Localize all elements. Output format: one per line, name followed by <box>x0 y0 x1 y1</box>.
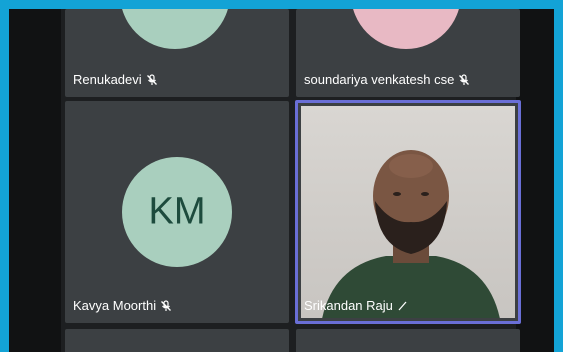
mic-off-icon <box>459 73 470 85</box>
meeting-grid: Renukadevi soundariya venkatesh cse KM K… <box>9 9 554 352</box>
avatar-initials: KM <box>148 190 206 233</box>
left-gutter <box>9 9 61 352</box>
participant-tile-partial-left[interactable] <box>65 329 289 352</box>
participant-name: Kavya Moorthi <box>73 298 172 313</box>
participant-tile-soundariya[interactable]: soundariya venkatesh cse <box>296 9 520 97</box>
avatar: KM <box>122 157 232 267</box>
participant-tile-partial-right[interactable] <box>296 329 520 352</box>
participant-tile-srikandan[interactable]: Srikandan Raju <box>295 100 521 324</box>
mic-off-icon <box>161 299 172 311</box>
avatar <box>120 9 230 49</box>
participant-name: Srikandan Raju <box>304 298 409 313</box>
mic-off-icon <box>146 73 157 85</box>
participant-name: Renukadevi <box>73 72 158 87</box>
speaking-indicator-icon <box>398 301 407 310</box>
avatar <box>351 9 461 49</box>
participant-video <box>301 106 515 318</box>
participant-name: soundariya venkatesh cse <box>304 72 470 87</box>
right-gutter <box>516 9 554 352</box>
person-video-image <box>322 150 500 318</box>
participant-tile-renukadevi[interactable]: Renukadevi <box>65 9 289 97</box>
participant-tile-kavya[interactable]: KM Kavya Moorthi <box>65 101 289 323</box>
